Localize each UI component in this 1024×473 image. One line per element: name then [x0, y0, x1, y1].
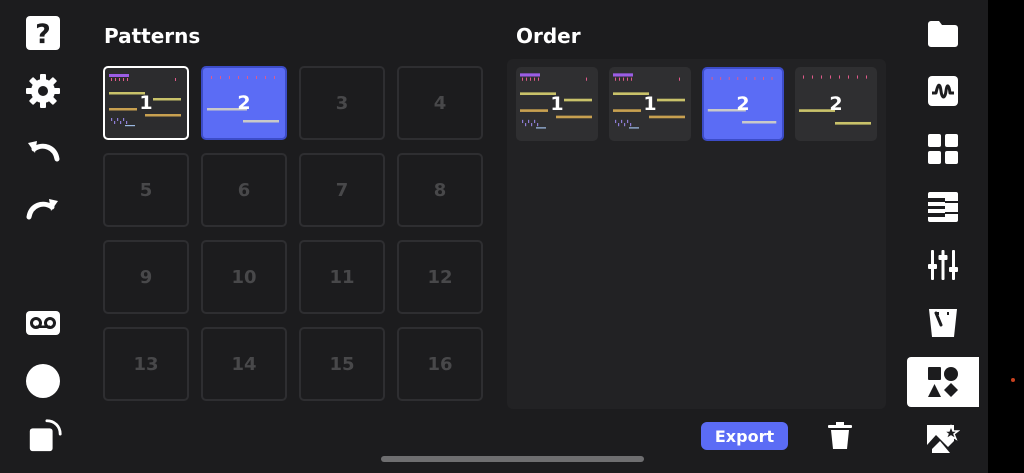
order-item-number: 1 — [550, 93, 564, 115]
waveform-icon[interactable] — [907, 66, 979, 116]
folder-icon[interactable] — [907, 9, 979, 59]
pattern-slot-number: 2 — [237, 92, 251, 114]
shapes-icon[interactable] — [907, 357, 979, 407]
home-indicator[interactable] — [381, 456, 644, 462]
pattern-slot[interactable]: 2 — [201, 66, 287, 140]
redo-icon[interactable] — [24, 189, 62, 227]
order-item[interactable]: 2 — [702, 67, 784, 141]
record-icon[interactable] — [24, 362, 62, 400]
pattern-slot[interactable]: 13 — [103, 327, 189, 401]
status-dot — [1011, 378, 1015, 382]
pattern-slot[interactable]: 3 — [299, 66, 385, 140]
pattern-slot-number: 10 — [231, 266, 257, 288]
grid-icon[interactable] — [907, 124, 979, 174]
pattern-slot-number: 15 — [329, 353, 355, 375]
order-item[interactable]: 2 — [795, 67, 877, 141]
cassette-tape-icon[interactable] — [24, 304, 62, 342]
tempo-meter-icon[interactable] — [907, 298, 979, 348]
image-star-icon[interactable] — [907, 414, 979, 464]
pattern-slot[interactable]: 7 — [299, 153, 385, 227]
pattern-slot-number: 13 — [133, 353, 159, 375]
mixer-sliders-icon[interactable] — [907, 240, 979, 290]
pattern-slot[interactable]: 5 — [103, 153, 189, 227]
pattern-slot[interactable]: 11 — [299, 240, 385, 314]
pattern-slot-number: 5 — [139, 179, 153, 201]
pattern-slot[interactable]: 8 — [397, 153, 483, 227]
pattern-slot-number: 6 — [237, 179, 251, 201]
pattern-slot[interactable]: 12 — [397, 240, 483, 314]
pattern-slot[interactable]: 10 — [201, 240, 287, 314]
pattern-slot[interactable]: 9 — [103, 240, 189, 314]
order-item-number: 2 — [829, 93, 843, 115]
undo-icon[interactable] — [24, 131, 62, 169]
pattern-slot-number: 12 — [427, 266, 453, 288]
pattern-slot-number: 1 — [139, 92, 153, 114]
pattern-slot-number: 11 — [329, 266, 355, 288]
pattern-slot-number: 8 — [433, 179, 447, 201]
pattern-slot-number: 7 — [335, 179, 349, 201]
pattern-slot[interactable]: 14 — [201, 327, 287, 401]
settings-gear-icon[interactable] — [24, 72, 62, 110]
help-icon[interactable]: ? — [24, 14, 62, 52]
pattern-slot-number: 9 — [139, 266, 153, 288]
piano-keys-icon[interactable] — [907, 182, 979, 232]
loop-square-icon[interactable] — [26, 416, 64, 454]
pattern-slot[interactable]: 6 — [201, 153, 287, 227]
order-title: Order — [516, 24, 581, 48]
pattern-slot[interactable]: 1 — [103, 66, 189, 140]
svg-text:?: ? — [35, 19, 51, 50]
pattern-slot-number: 4 — [433, 92, 447, 114]
order-panel: 1 1 2 2 — [507, 59, 886, 409]
order-item-number: 2 — [736, 93, 750, 115]
order-item[interactable]: 1 — [516, 67, 598, 141]
trash-icon[interactable] — [826, 421, 854, 451]
right-toolbar — [907, 0, 988, 473]
app-window: ? Patterns 1 2 3 4 5 6 7 8 9 10 11 12 13… — [0, 0, 988, 473]
order-item[interactable]: 1 — [609, 67, 691, 141]
export-button[interactable]: Export — [701, 422, 788, 450]
pattern-slot-number: 3 — [335, 92, 349, 114]
left-toolbar: ? — [0, 0, 86, 473]
patterns-title: Patterns — [104, 24, 201, 48]
pattern-slot-number: 16 — [427, 353, 453, 375]
pattern-slot[interactable]: 4 — [397, 66, 483, 140]
order-item-number: 1 — [643, 93, 657, 115]
pattern-slot[interactable]: 15 — [299, 327, 385, 401]
pattern-slot[interactable]: 16 — [397, 327, 483, 401]
pattern-slot-number: 14 — [231, 353, 257, 375]
